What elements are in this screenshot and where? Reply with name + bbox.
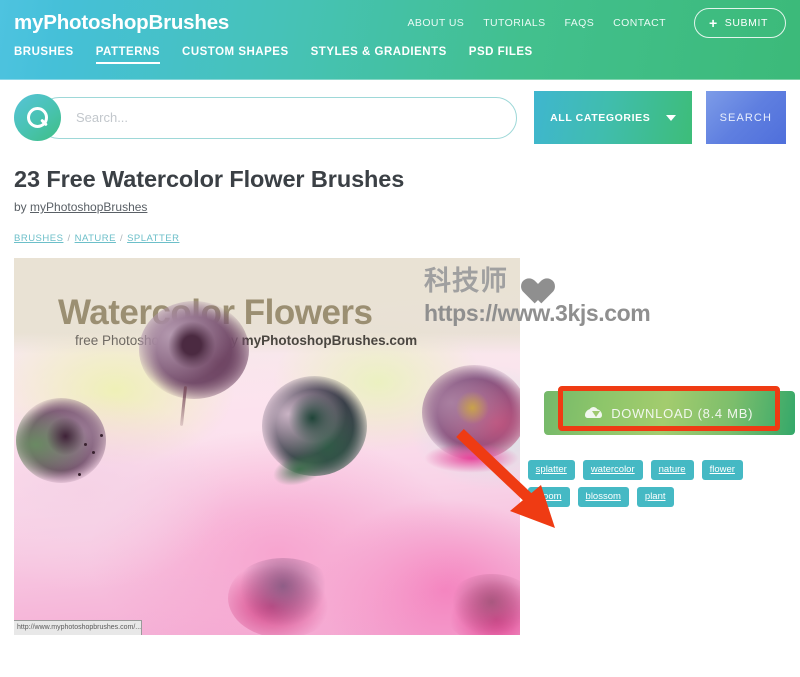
paint-speck [84,443,87,446]
category-dropdown[interactable]: ALL CATEGORIES [534,91,692,144]
brush-preview-image[interactable]: Watercolor Flowers free Photoshop Brushe… [14,258,520,635]
tag-plant[interactable]: plant [636,487,674,507]
page-title: 23 Free Watercolor Flower Brushes [14,166,405,192]
flower-illustration [444,574,520,635]
tag-watercolor[interactable]: watercolor [582,460,643,480]
flower-illustration [16,398,106,483]
content-grid: Watercolor Flowers free Photoshop Brushe… [14,258,795,635]
breadcrumb: BRUSHES / NATURE / SPLATTER [14,233,786,244]
submit-button[interactable]: + SUBMIT [693,8,786,38]
search-submit-button[interactable]: SEARCH [705,91,786,144]
top-navigation: ABOUT US TUTORIALS FAQS CONTACT + SUBMIT [408,8,786,38]
flower-illustration [228,558,338,635]
tag-splatter[interactable]: splatter [527,460,575,480]
main-nav-item-brushes[interactable]: BRUSHES [14,46,74,64]
download-button-label: DOWNLOAD (8.4 MB) [611,405,754,421]
main-nav-item-patterns[interactable]: PATTERNS [95,46,161,64]
main-nav-item-psd-files[interactable]: PSD FILES [469,46,533,64]
submit-button-label: SUBMIT [724,17,768,29]
breadcrumb-item-brushes[interactable]: BRUSHES [14,233,63,244]
byline: by myPhotoshopBrushes [14,200,786,214]
tag-nature[interactable]: nature [650,460,694,480]
preview-subtitle-brand: myPhotoshopBrushes.com [241,333,418,348]
download-button[interactable]: DOWNLOAD (8.4 MB) [543,391,795,435]
breadcrumb-separator: / [119,233,124,244]
main-navigation: BRUSHES PATTERNS CUSTOM SHAPES STYLES & … [0,46,800,78]
main-nav-item-custom-shapes[interactable]: CUSTOM SHAPES [182,46,289,64]
chevron-down-icon [665,114,676,121]
top-nav-item-faqs[interactable]: FAQS [565,17,595,29]
search-submit-label: SEARCH [719,111,773,124]
top-nav-item-about-us[interactable]: ABOUT US [408,17,465,29]
paint-speck [100,434,103,437]
main-content: 23 Free Watercolor Flower Brushes by myP… [0,155,800,635]
breadcrumb-item-splatter[interactable]: SPLATTER [127,233,179,244]
paint-speck [92,451,95,454]
search-bar-row: ALL CATEGORIES SEARCH [0,80,800,155]
download-button-wrapper: DOWNLOAD (8.4 MB) [543,386,795,435]
tag-list: splatter watercolor nature flower bloom … [527,460,790,507]
flower-illustration [139,301,249,399]
browser-status-bar: http://www.myphotoshopbrushes.com/... [14,620,142,635]
main-nav-item-styles-gradients[interactable]: STYLES & GRADIENTS [311,46,447,64]
paint-speck [78,473,81,476]
tag-bloom[interactable]: bloom [527,487,570,507]
search-input[interactable] [74,94,494,141]
download-sidebar: DOWNLOAD (8.4 MB) splatter watercolor na… [520,258,795,635]
cloud-download-icon [585,406,603,420]
author-link[interactable]: myPhotoshopBrushes [30,200,147,214]
top-nav-item-tutorials[interactable]: TUTORIALS [483,17,545,29]
search-icon [26,106,49,129]
site-logo[interactable]: myPhotoshopBrushes [14,11,229,35]
flower-leaf [424,443,519,473]
search-icon-button[interactable] [14,94,61,141]
tag-blossom[interactable]: blossom [577,487,629,507]
header-top-row: myPhotoshopBrushes ABOUT US TUTORIALS FA… [0,0,800,46]
tag-flower[interactable]: flower [701,460,743,480]
top-nav-item-contact[interactable]: CONTACT [613,17,666,29]
download-arrow-icon [591,411,600,417]
breadcrumb-separator: / [67,233,71,244]
plus-icon: + [708,15,718,31]
site-header: myPhotoshopBrushes ABOUT US TUTORIALS FA… [0,0,800,80]
category-dropdown-label: ALL CATEGORIES [550,111,651,124]
search-field-wrapper [14,94,517,141]
breadcrumb-item-nature[interactable]: NATURE [75,233,116,244]
byline-prefix: by [14,200,31,214]
